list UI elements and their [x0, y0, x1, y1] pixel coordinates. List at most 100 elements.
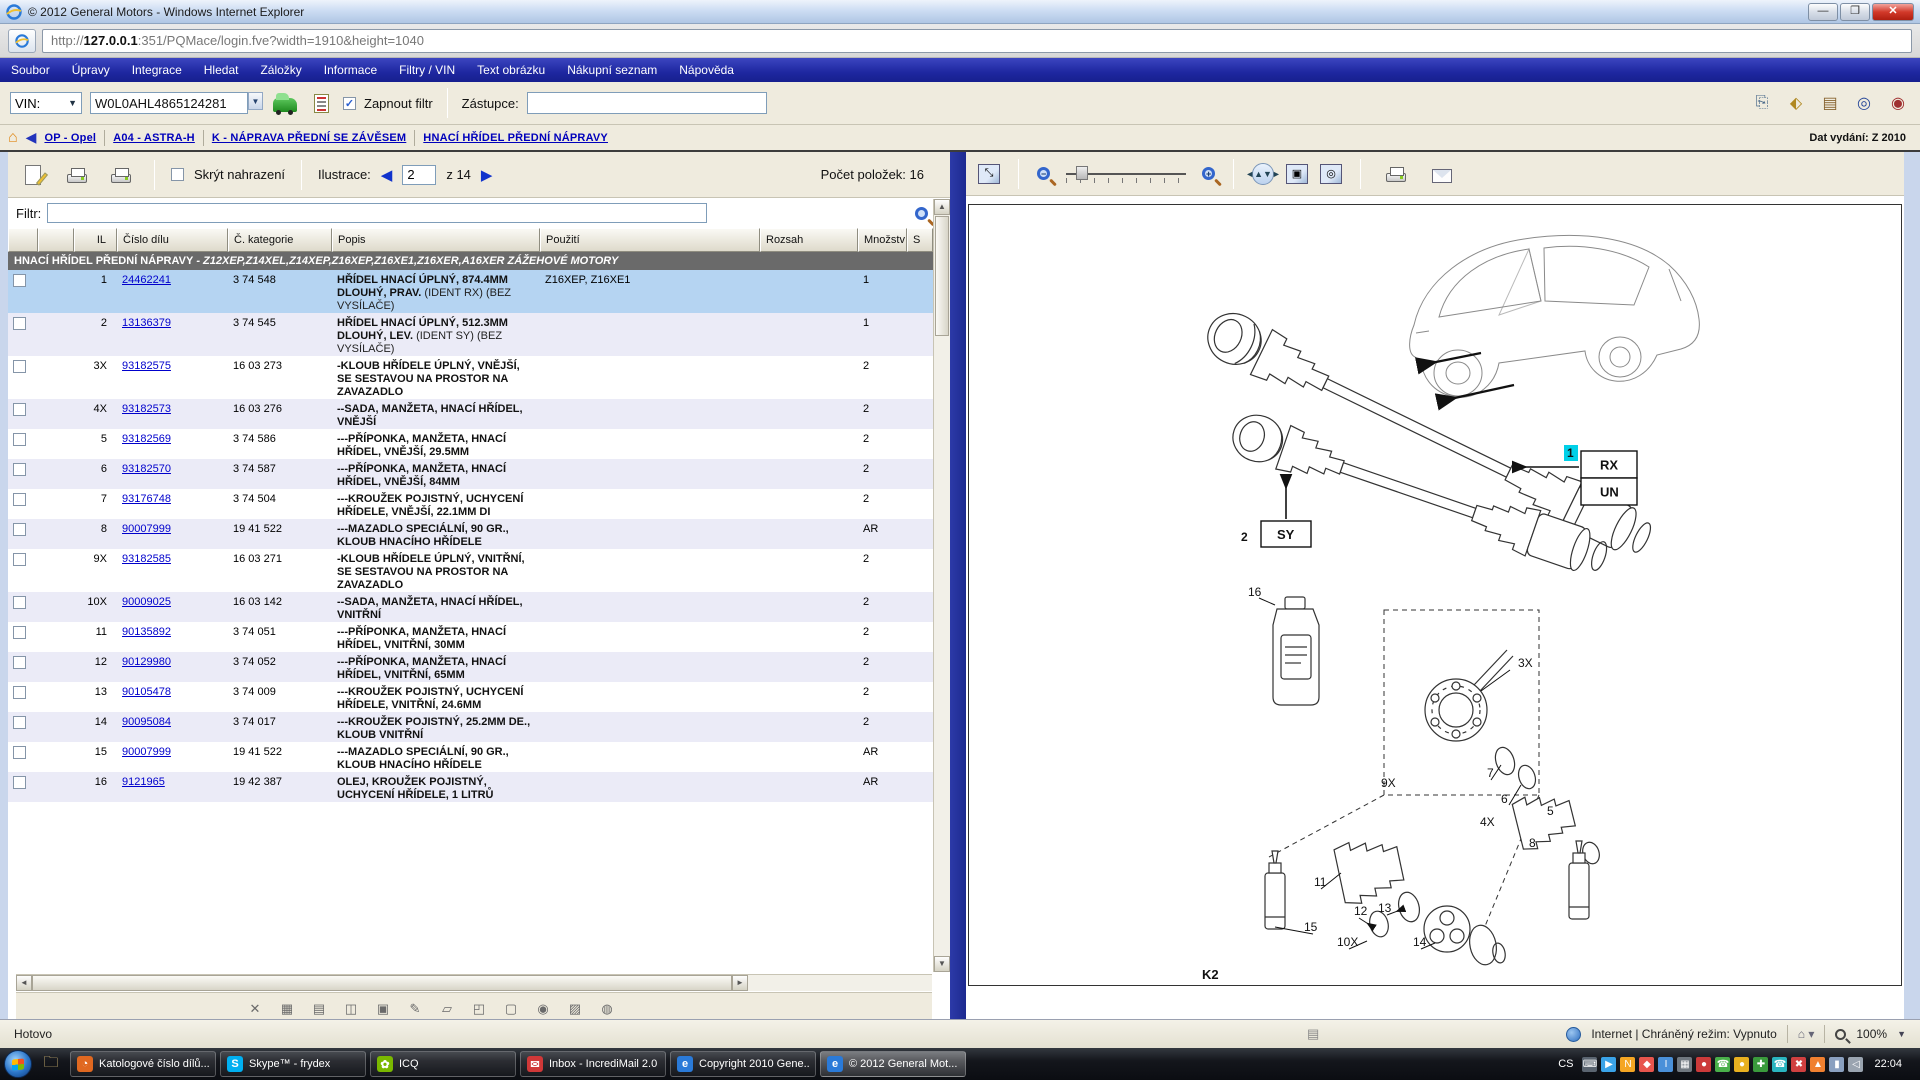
tray-icon[interactable]: ☎ [1772, 1057, 1787, 1072]
zoom-slider-knob[interactable] [1076, 166, 1088, 180]
row-checkbox[interactable] [13, 686, 26, 699]
tray-icon[interactable]: ◆ [1639, 1057, 1654, 1072]
minimize-button[interactable]: ― [1808, 3, 1838, 21]
menu-item-5[interactable]: Záložky [249, 58, 312, 82]
table-row-10X[interactable]: 10X9000902516 03 142--SADA, MANŽETA, HNA… [8, 592, 934, 622]
table-row-11[interactable]: 11901358923 74 051---PŘÍPONKA, MANŽETA, … [8, 622, 934, 652]
breadcrumb-link-2[interactable]: A04 - ASTRA-H [113, 132, 195, 144]
bottom-toolbar-icon[interactable]: ▱ [438, 1001, 456, 1017]
breadcrumb-link-1[interactable]: OP - Opel [44, 132, 96, 144]
bottom-toolbar-icon[interactable]: ▦ [278, 1001, 296, 1017]
illustration-canvas[interactable]: RXUNSY12163X7654X89X1112131510X14K2 [968, 204, 1902, 986]
tray-icon[interactable]: ▶ [1601, 1057, 1616, 1072]
column-header[interactable]: S [907, 228, 933, 252]
part-number-link[interactable]: 13136379 [122, 317, 171, 329]
part-number-link[interactable]: 90135892 [122, 626, 171, 638]
column-header[interactable]: Rozsah [760, 228, 858, 252]
start-button[interactable] [4, 1050, 32, 1078]
part-number-link[interactable]: 9121965 [122, 776, 165, 788]
print-illustration-button[interactable] [1379, 158, 1413, 190]
url-field[interactable]: http://127.0.0.1:351/PQMace/login.fve?wi… [42, 29, 1912, 53]
page-zoom-icon[interactable] [1835, 1029, 1846, 1040]
table-row-12[interactable]: 12901299803 74 052---PŘÍPONKA, MANŽETA, … [8, 652, 934, 682]
part-number-link[interactable]: 90129980 [122, 656, 171, 668]
email-button[interactable] [1425, 158, 1459, 190]
row-checkbox[interactable] [13, 776, 26, 789]
breadcrumb-link-4[interactable]: HNACÍ HŘÍDEL PŘEDNÍ NÁPRAVY [423, 132, 608, 144]
bottom-toolbar-icon[interactable]: ▤ [310, 1001, 328, 1017]
column-header[interactable]: Popis [332, 228, 540, 252]
illustration-input[interactable] [402, 165, 436, 185]
globe-refresh-icon[interactable]: ◉ [1886, 92, 1910, 114]
column-header[interactable]: Množstv [858, 228, 907, 252]
tray-icon[interactable]: ● [1734, 1057, 1749, 1072]
tray-icon[interactable]: ◁ [1848, 1057, 1863, 1072]
tray-icon[interactable]: ● [1696, 1057, 1711, 1072]
deputy-input[interactable] [527, 92, 767, 114]
scroll-right-icon[interactable]: ► [732, 975, 748, 991]
column-header[interactable]: Č. kategorie [228, 228, 332, 252]
compatibility-icon[interactable]: ▤ [1307, 1026, 1319, 1042]
table-row-15[interactable]: 159000799919 41 522---MAZADLO SPECIÁLNÍ,… [8, 742, 934, 772]
column-header[interactable]: Použití [540, 228, 760, 252]
part-number-link[interactable]: 93182585 [122, 553, 171, 565]
vin-input[interactable]: W0L0AHL4865124281 [90, 92, 248, 114]
tray-icon[interactable]: I [1658, 1057, 1673, 1072]
menu-item-1[interactable]: Soubor [0, 58, 61, 82]
table-row-9X[interactable]: 9X9318258516 03 271-KLOUB HŘÍDELE ÚPLNÝ,… [8, 549, 934, 592]
language-indicator[interactable]: CS [1554, 1058, 1577, 1070]
taskbar-button-2[interactable]: SSkype™ - frydex [220, 1051, 366, 1077]
row-checkbox[interactable] [13, 463, 26, 476]
table-row-4X[interactable]: 4X9318257316 03 276--SADA, MANŽETA, HNAC… [8, 399, 934, 429]
page-icon-button[interactable] [8, 29, 36, 53]
bottom-toolbar-icon[interactable]: ✎ [406, 1001, 424, 1017]
horizontal-scrollbar[interactable]: ◄ ► [16, 974, 932, 991]
tray-icon[interactable]: ✚ [1753, 1057, 1768, 1072]
next-illustration-icon[interactable]: ▶ [481, 166, 493, 184]
menu-item-6[interactable]: Informace [313, 58, 388, 82]
menu-item-4[interactable]: Hledat [193, 58, 250, 82]
print-preview-button[interactable] [104, 159, 138, 191]
column-header[interactable]: Číslo dílu [117, 228, 228, 252]
bottom-toolbar-icon[interactable]: ▨ [566, 1001, 584, 1017]
row-checkbox[interactable] [13, 716, 26, 729]
part-number-link[interactable]: 93182575 [122, 360, 171, 372]
part-number-link[interactable]: 90105478 [122, 686, 171, 698]
table-row-7[interactable]: 7931767483 74 504---KROUŽEK POJISTNÝ, UC… [8, 489, 934, 519]
bottom-toolbar-icon[interactable]: ▢ [502, 1001, 520, 1017]
close-button[interactable]: ✕ [1872, 3, 1914, 21]
table-row-2[interactable]: 2131363793 74 545HŘÍDEL HNACÍ ÚPLNÝ, 512… [8, 313, 934, 356]
table-row-5[interactable]: 5931825693 74 586---PŘÍPONKA, MANŽETA, H… [8, 429, 934, 459]
zoom-slider[interactable] [1066, 173, 1186, 175]
row-checkbox[interactable] [13, 596, 26, 609]
tray-icon[interactable]: ▲ [1810, 1057, 1825, 1072]
prev-illustration-icon[interactable]: ◀ [381, 166, 393, 184]
scrollbar-thumb[interactable] [32, 975, 732, 991]
table-row-16[interactable]: 16912196519 42 387OLEJ, KROUŽEK POJISTNÝ… [8, 772, 934, 802]
vin-history-dropdown[interactable]: ▼ [248, 92, 263, 110]
vin-mode-select[interactable]: VIN: ▼ [10, 92, 82, 114]
print-button[interactable] [60, 159, 94, 191]
vertical-scrollbar[interactable]: ▲ ▼ [933, 199, 950, 972]
row-checkbox[interactable] [13, 493, 26, 506]
export-page-icon[interactable]: ⎘ [1750, 92, 1774, 114]
part-number-link[interactable]: 24462241 [122, 274, 171, 286]
row-checkbox[interactable] [13, 274, 26, 287]
bottom-toolbar-icon[interactable]: ◍ [598, 1001, 616, 1017]
clock[interactable]: 22:04 [1868, 1058, 1910, 1070]
table-row-13[interactable]: 13901054783 74 009---KROUŽEK POJISTNÝ, U… [8, 682, 934, 712]
overview-icon[interactable]: ▣ [1286, 164, 1308, 184]
row-checkbox[interactable] [13, 746, 26, 759]
part-number-link[interactable]: 93182570 [122, 463, 171, 475]
bottom-toolbar-icon[interactable]: ◉ [534, 1001, 552, 1017]
filter-input[interactable] [47, 203, 707, 223]
fit-page-icon[interactable]: ⤡ [978, 164, 1000, 184]
bottom-toolbar-icon[interactable]: ◫ [342, 1001, 360, 1017]
menu-item-9[interactable]: Nákupní seznam [556, 58, 668, 82]
part-number-link[interactable]: 93182569 [122, 433, 171, 445]
row-checkbox[interactable] [13, 626, 26, 639]
magnify-region-icon[interactable]: ◎ [1320, 164, 1342, 184]
table-row-6[interactable]: 6931825703 74 587---PŘÍPONKA, MANŽETA, H… [8, 459, 934, 489]
row-checkbox[interactable] [13, 317, 26, 330]
part-number-link[interactable]: 90007999 [122, 523, 171, 535]
